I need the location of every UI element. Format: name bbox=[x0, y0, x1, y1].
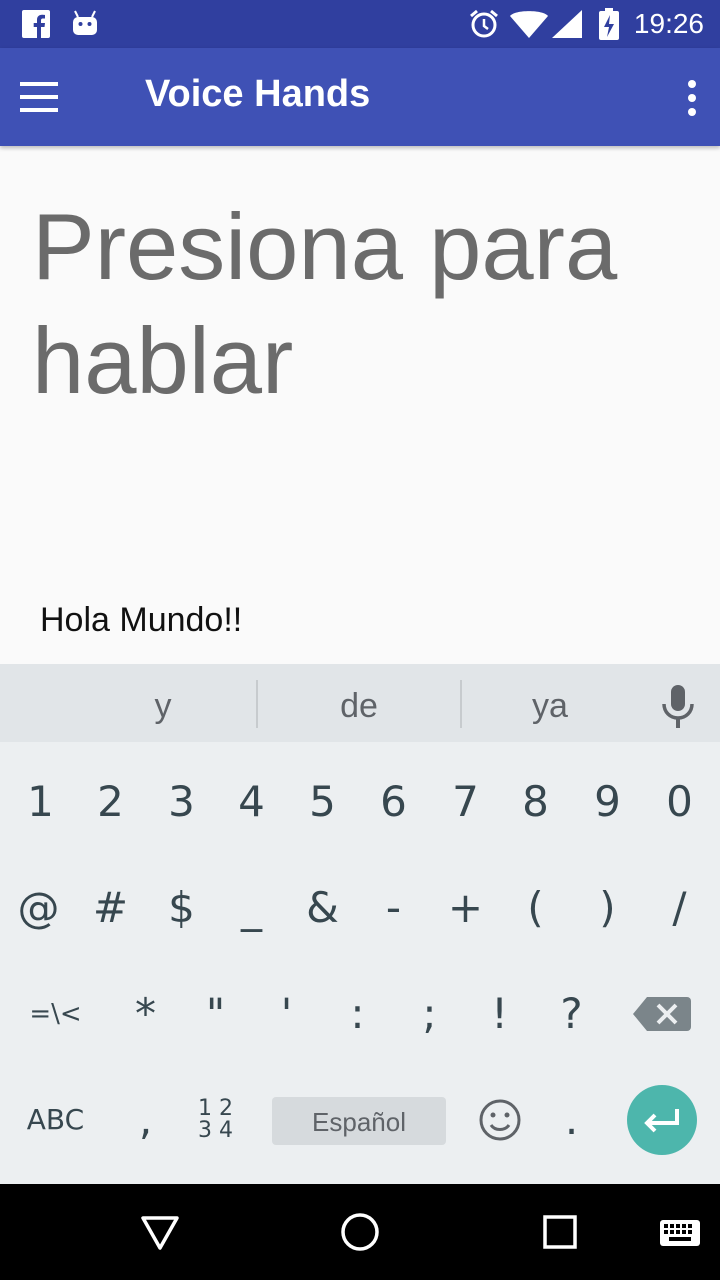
app-bar: Voice Hands bbox=[0, 48, 720, 146]
key-double-quote[interactable]: " bbox=[180, 964, 251, 1064]
key-slash[interactable]: / bbox=[644, 858, 715, 958]
emoji-icon[interactable] bbox=[464, 1070, 535, 1170]
key-ampersand[interactable]: & bbox=[287, 858, 358, 958]
backspace-icon[interactable] bbox=[626, 964, 697, 1064]
wifi-icon bbox=[510, 10, 548, 43]
key-at[interactable]: @ bbox=[3, 858, 74, 958]
key-more-symbols[interactable]: =\< bbox=[20, 964, 91, 1064]
key-0[interactable]: 0 bbox=[644, 752, 715, 852]
key-semicolon[interactable]: ; bbox=[394, 964, 465, 1064]
key-3[interactable]: 3 bbox=[146, 752, 217, 852]
status-time: 19:26 bbox=[633, 8, 704, 39]
key-dollar[interactable]: $ bbox=[146, 858, 217, 958]
key-asterisk[interactable]: * bbox=[110, 964, 181, 1064]
recents-icon[interactable] bbox=[532, 1204, 588, 1260]
suggestion-strip: y de ya bbox=[0, 664, 720, 742]
keyboard-switch-icon[interactable] bbox=[656, 1204, 712, 1260]
battery-charging-icon bbox=[598, 8, 620, 45]
key-6[interactable]: 6 bbox=[358, 752, 429, 852]
key-plus[interactable]: + bbox=[430, 858, 501, 958]
enter-key[interactable] bbox=[627, 1085, 697, 1155]
suggestion-2[interactable]: de bbox=[258, 664, 460, 742]
alarm-icon bbox=[468, 8, 500, 45]
numpad-label-top: 1 2 bbox=[198, 1096, 233, 1121]
key-underscore[interactable]: _ bbox=[216, 858, 287, 958]
key-7[interactable]: 7 bbox=[430, 752, 501, 852]
microphone-icon[interactable] bbox=[650, 680, 706, 736]
key-colon[interactable]: : bbox=[322, 964, 393, 1064]
key-9[interactable]: 9 bbox=[572, 752, 643, 852]
key-numpad[interactable]: 1 2 3 4 bbox=[180, 1098, 251, 1158]
hamburger-icon[interactable] bbox=[20, 69, 92, 125]
key-exclamation[interactable]: ! bbox=[464, 964, 535, 1064]
suggestion-1[interactable]: y bbox=[70, 664, 256, 742]
home-icon[interactable] bbox=[332, 1204, 388, 1260]
app-title: Voice Hands bbox=[145, 73, 371, 115]
android-icon bbox=[72, 10, 98, 43]
back-icon[interactable] bbox=[132, 1204, 188, 1260]
status-bar: 19:26 bbox=[0, 0, 720, 48]
more-vert-icon[interactable] bbox=[648, 69, 704, 125]
key-close-paren[interactable]: ) bbox=[572, 858, 643, 958]
soft-keyboard: y de ya 1 2 3 4 5 6 7 8 9 0 @ # $ _ & - … bbox=[0, 664, 720, 1184]
key-4[interactable]: 4 bbox=[216, 752, 287, 852]
press-to-talk-prompt[interactable]: Presiona para hablar bbox=[32, 190, 692, 418]
key-single-quote[interactable]: ' bbox=[251, 964, 322, 1064]
navigation-bar bbox=[0, 1184, 720, 1280]
key-comma[interactable]: , bbox=[110, 1070, 181, 1170]
numpad-label-bottom: 3 4 bbox=[198, 1118, 233, 1143]
key-question[interactable]: ? bbox=[536, 964, 607, 1064]
suggestion-3[interactable]: ya bbox=[462, 664, 638, 742]
key-hash[interactable]: # bbox=[75, 858, 146, 958]
recognized-text: Hola Mundo!! bbox=[40, 601, 243, 639]
cell-signal-icon bbox=[552, 10, 582, 43]
key-5[interactable]: 5 bbox=[287, 752, 358, 852]
facebook-icon bbox=[22, 10, 50, 43]
key-period[interactable]: . bbox=[536, 1070, 607, 1170]
space-key[interactable]: Español bbox=[272, 1097, 446, 1145]
key-1[interactable]: 1 bbox=[5, 752, 76, 852]
key-open-paren[interactable]: ( bbox=[500, 858, 571, 958]
key-8[interactable]: 8 bbox=[500, 752, 571, 852]
key-abc[interactable]: ABC bbox=[20, 1070, 91, 1170]
key-2[interactable]: 2 bbox=[75, 752, 146, 852]
key-minus[interactable]: - bbox=[358, 858, 429, 958]
